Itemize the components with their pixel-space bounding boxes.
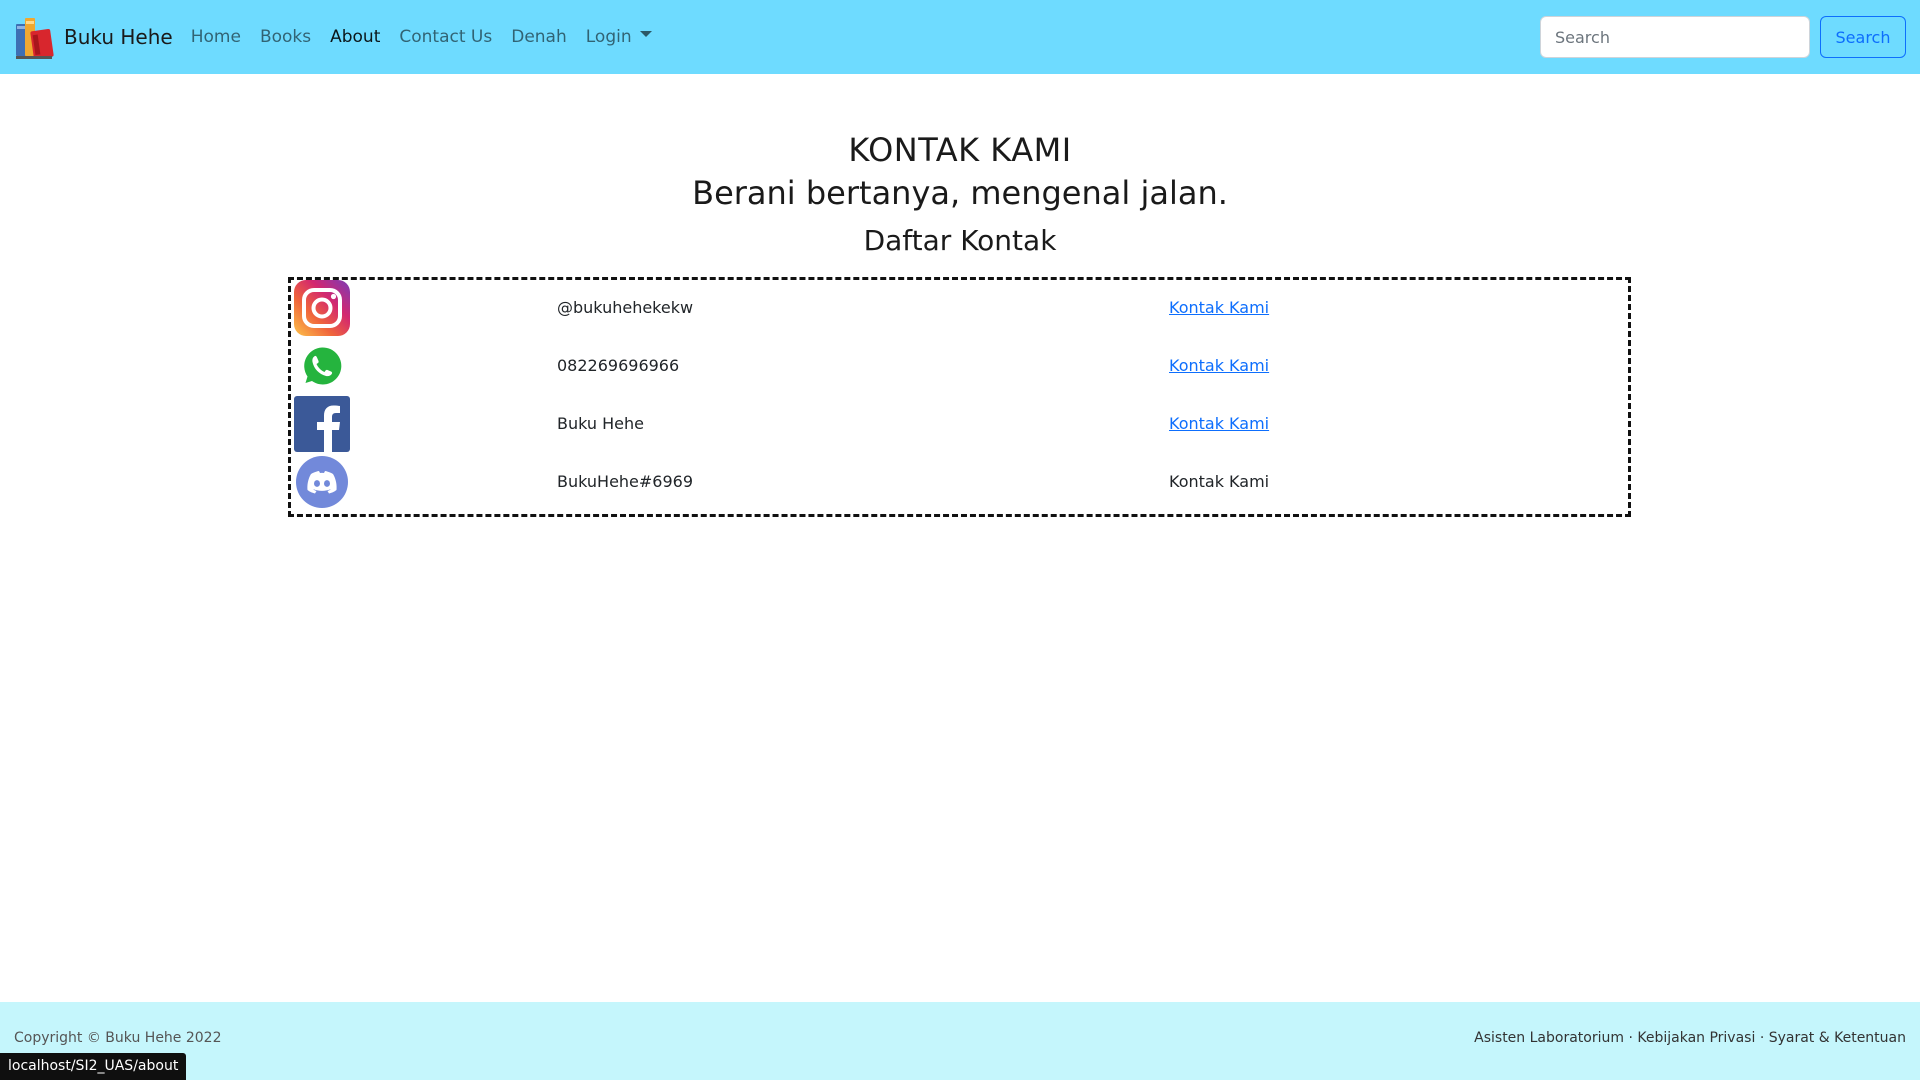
nav-books[interactable]: Books bbox=[260, 27, 311, 47]
footer-link-terms[interactable]: Syarat & Ketentuan bbox=[1769, 1030, 1906, 1046]
navbar: Buku Hehe Home Books About Contact Us De… bbox=[0, 0, 1920, 74]
nav-login-label: Login bbox=[585, 27, 632, 47]
contact-value-whatsapp: 082269696966 bbox=[557, 356, 680, 375]
nav-home[interactable]: Home bbox=[191, 27, 241, 47]
browser-status-url: localhost/SI2_UAS/about bbox=[0, 1053, 187, 1080]
facebook-icon bbox=[294, 396, 350, 452]
nav-login-dropdown[interactable]: Login bbox=[586, 27, 652, 47]
footer-link-privacy[interactable]: Kebijakan Privasi bbox=[1637, 1030, 1755, 1046]
contact-link-facebook[interactable]: Kontak Kami bbox=[1169, 414, 1269, 433]
contact-table: @bukuhehekekw Kontak Kami 082269696966 K… bbox=[288, 277, 1631, 517]
contact-link-whatsapp[interactable]: Kontak Kami bbox=[1169, 356, 1269, 375]
brand-name: Buku Hehe bbox=[64, 25, 173, 49]
table-row: 082269696966 Kontak Kami bbox=[291, 338, 1628, 396]
footer-copyright: Copyright © Buku Hehe 2022 bbox=[14, 1030, 222, 1046]
caret-down-icon bbox=[639, 31, 652, 37]
table-row: @bukuhehekekw Kontak Kami bbox=[291, 280, 1628, 338]
contact-value-instagram: @bukuhehekekw bbox=[557, 298, 694, 317]
nav-links: Home Books About Contact Us Denah Login bbox=[191, 27, 671, 47]
brand-link[interactable]: Buku Hehe bbox=[14, 14, 173, 60]
nav-about[interactable]: About bbox=[330, 27, 380, 47]
discord-icon bbox=[294, 454, 350, 510]
search-form: Search bbox=[1540, 16, 1906, 58]
contact-link-instagram[interactable]: Kontak Kami bbox=[1169, 298, 1269, 317]
books-logo-icon bbox=[14, 14, 56, 60]
contact-value-discord: BukuHehe#6969 bbox=[557, 472, 694, 491]
footer-links: Asisten Laboratorium · Kebijakan Privasi… bbox=[1474, 1030, 1906, 1046]
table-row: Buku Hehe Kontak Kami bbox=[291, 396, 1628, 454]
page-subtitle: Berani bertanya, mengenal jalan. bbox=[692, 174, 1228, 212]
footer-link-asisten[interactable]: Asisten Laboratorium bbox=[1474, 1030, 1624, 1046]
search-input[interactable] bbox=[1540, 16, 1810, 58]
contact-value-facebook: Buku Hehe bbox=[557, 414, 644, 433]
contact-list-heading: Daftar Kontak bbox=[863, 224, 1057, 257]
footer-separator: · bbox=[1759, 1030, 1769, 1046]
nav-denah[interactable]: Denah bbox=[511, 27, 567, 47]
page-title: KONTAK KAMI bbox=[848, 131, 1072, 169]
whatsapp-icon bbox=[294, 338, 350, 394]
contact-label-discord: Kontak Kami bbox=[1169, 472, 1270, 491]
footer: Copyright © Buku Hehe 2022 Asisten Labor… bbox=[0, 1002, 1920, 1080]
search-button[interactable]: Search bbox=[1820, 16, 1906, 58]
table-row: BukuHehe#6969 Kontak Kami bbox=[291, 454, 1628, 512]
instagram-icon bbox=[294, 280, 350, 336]
nav-contact-us[interactable]: Contact Us bbox=[399, 27, 492, 47]
